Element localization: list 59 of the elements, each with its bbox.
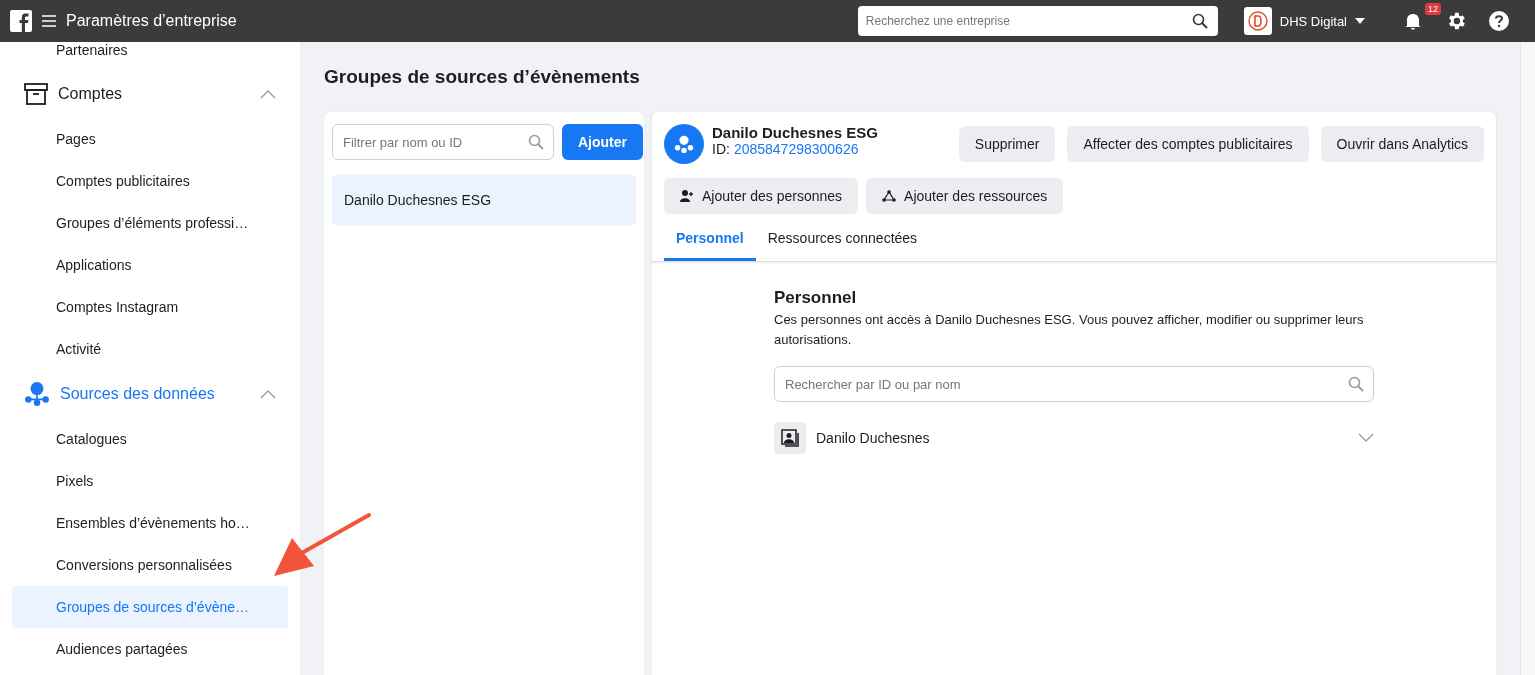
action-button[interactable]: Ouvrir dans Analytics — [1320, 126, 1484, 162]
section-label: Comptes — [58, 85, 123, 103]
sidebar-item[interactable]: Conversions personnalisées — [12, 544, 232, 586]
tab[interactable]: Personnel — [664, 222, 756, 261]
section-label: Sources des données — [60, 385, 215, 403]
business-search-field[interactable]: Recherchez une entreprise — [857, 6, 1218, 36]
header-title: Paramètres d’entreprise — [66, 12, 237, 30]
group-avatar — [664, 124, 704, 164]
sidebar-item[interactable]: Catalogues — [12, 418, 127, 460]
sidebar-section-header[interactable]: Comptes — [12, 70, 288, 118]
sidebar-item[interactable]: Groupes d’éléments professi… — [12, 202, 249, 244]
account-switcher[interactable]: DHS Digital — [1243, 7, 1365, 35]
tab[interactable]: Ressources connectées — [755, 222, 930, 261]
id-link[interactable]: 2085847298300626 — [733, 141, 859, 157]
add-button[interactable]: Ajouter — [562, 124, 643, 160]
section-description: Ces personnes ont accès à Danilo Duchesnes ESG. Vous pouvez afficher, modifier ou supprimer leurs autorisations. — [774, 311, 1365, 349]
archive-box-icon — [24, 83, 48, 105]
action-button[interactable]: Supprimer — [958, 126, 1056, 162]
list-item[interactable]: Danilo Duchesnes ESG — [332, 174, 636, 226]
action-button[interactable]: Affecter des comptes publicitaires — [1067, 126, 1309, 162]
sidebar-item[interactable]: Activité — [12, 328, 102, 370]
group-name: Danilo Duchesnes ESG — [712, 124, 878, 141]
sidebar-item[interactable]: Partenaires — [12, 42, 128, 70]
menu-icon[interactable] — [42, 15, 56, 27]
filter-field[interactable]: Filtrer par nom ou ID — [332, 124, 554, 160]
sidebar-item[interactable]: Pixels — [12, 460, 94, 502]
caret-icon — [1355, 18, 1365, 24]
person-name: Danilo Duchesnes — [816, 430, 930, 446]
search-icon — [528, 134, 544, 150]
section-title: Personnel — [774, 288, 858, 308]
bell-icon — [1403, 11, 1423, 31]
action-button[interactable]: Ajouter des ressources — [866, 178, 1064, 214]
search-icon — [1191, 13, 1208, 29]
business-logo — [1243, 7, 1272, 35]
add-person-icon — [680, 190, 694, 202]
help-icon — [1489, 11, 1509, 31]
nodes-icon — [24, 381, 50, 407]
page-title: Groupes de sources d’évènements — [324, 66, 641, 88]
people-search-field[interactable]: Rechercher par ID ou par nom — [774, 366, 1374, 402]
sidebar-item[interactable]: Comptes publicitaires — [12, 160, 190, 202]
sidebar-item[interactable]: Pages — [12, 118, 96, 160]
sidebar-item[interactable]: Groupes de sources d’évène… — [12, 586, 288, 628]
action-button[interactable]: Ajouter des personnes — [664, 178, 859, 214]
person-card-icon — [774, 422, 806, 454]
chevron-icon[interactable] — [260, 89, 276, 99]
notifications-button[interactable] — [1403, 11, 1423, 31]
sidebar-item[interactable]: Applications — [12, 244, 132, 286]
chevron-icon[interactable] — [260, 389, 276, 399]
search-icon — [1348, 376, 1364, 392]
sidebar-item[interactable]: Audiences partagées — [12, 628, 188, 670]
sidebar-section-header[interactable]: Sources des données — [12, 370, 288, 418]
sidebar-item[interactable]: Comptes Instagram — [12, 286, 179, 328]
facebook-logo[interactable] — [10, 10, 32, 32]
sidebar-item[interactable]: Ensembles d’évènements ho… — [12, 502, 250, 544]
chevron-icon[interactable] — [1358, 433, 1374, 443]
network-icon — [882, 190, 897, 202]
notification-count: 12 — [1425, 3, 1441, 15]
help-button[interactable] — [1489, 11, 1509, 31]
id-label: ID: — [712, 141, 730, 157]
